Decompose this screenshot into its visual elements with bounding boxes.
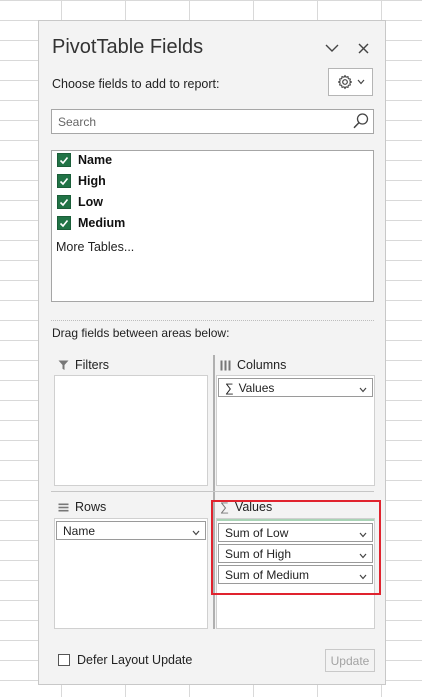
pill-label: Values — [238, 380, 275, 395]
chevron-down-icon — [357, 79, 364, 85]
field-label: Low — [78, 195, 103, 209]
search-icon[interactable] — [352, 112, 370, 135]
columns-values-pill[interactable]: ∑ Values — [218, 378, 373, 397]
filters-area[interactable] — [54, 375, 208, 486]
field-label: Name — [78, 153, 113, 167]
defer-layout-checkbox[interactable] — [58, 654, 70, 666]
field-label: Medium — [78, 216, 126, 230]
columns-area[interactable]: ∑ Values — [216, 375, 375, 486]
defer-layout-label: Defer Layout Update — [77, 653, 193, 667]
columns-label: Columns — [237, 358, 287, 372]
field-label: High — [78, 174, 106, 188]
field-item-low[interactable]: Low — [57, 193, 103, 211]
chevron-down-icon[interactable] — [325, 40, 339, 58]
search-field[interactable] — [51, 109, 374, 134]
close-icon[interactable] — [358, 41, 369, 59]
rows-area[interactable]: Name — [54, 518, 208, 629]
area-splitter-horizontal[interactable] — [51, 491, 374, 492]
pill-label: Name — [63, 523, 96, 538]
rows-icon — [58, 503, 69, 511]
sigma-icon: ∑ — [225, 380, 234, 395]
divider — [51, 320, 374, 321]
field-checkbox[interactable] — [57, 153, 71, 167]
field-item-medium[interactable]: Medium — [57, 214, 125, 232]
field-checkbox[interactable] — [57, 216, 71, 230]
filters-header: Filters — [58, 358, 109, 372]
field-item-high[interactable]: High — [57, 172, 106, 190]
search-input[interactable] — [52, 110, 348, 133]
choose-fields-label: Choose fields to add to report: — [52, 77, 220, 91]
gear-icon — [337, 74, 352, 90]
rows-label: Rows — [75, 500, 107, 514]
update-button[interactable]: Update — [325, 649, 375, 672]
pivot-fields-pane: PivotTable Fields Choose fields to add t… — [38, 20, 386, 685]
columns-header: Columns — [220, 358, 286, 372]
field-list: Name High Low Medium More Tables... — [51, 150, 374, 302]
rows-name-pill[interactable]: Name — [56, 521, 206, 540]
values-highlight-box — [211, 500, 381, 595]
filters-label: Filters — [75, 358, 110, 372]
settings-button[interactable] — [328, 68, 373, 96]
rows-header: Rows — [58, 500, 106, 514]
chevron-down-icon[interactable] — [359, 382, 367, 396]
field-checkbox[interactable] — [57, 174, 71, 188]
columns-icon — [220, 360, 231, 370]
field-item-name[interactable]: Name — [57, 151, 112, 169]
drag-fields-label: Drag fields between areas below: — [52, 326, 230, 340]
filter-icon — [58, 360, 69, 370]
more-tables-link[interactable]: More Tables... — [56, 240, 134, 254]
pane-title: PivotTable Fields — [52, 36, 204, 58]
field-checkbox[interactable] — [57, 195, 71, 209]
chevron-down-icon[interactable] — [192, 525, 200, 539]
